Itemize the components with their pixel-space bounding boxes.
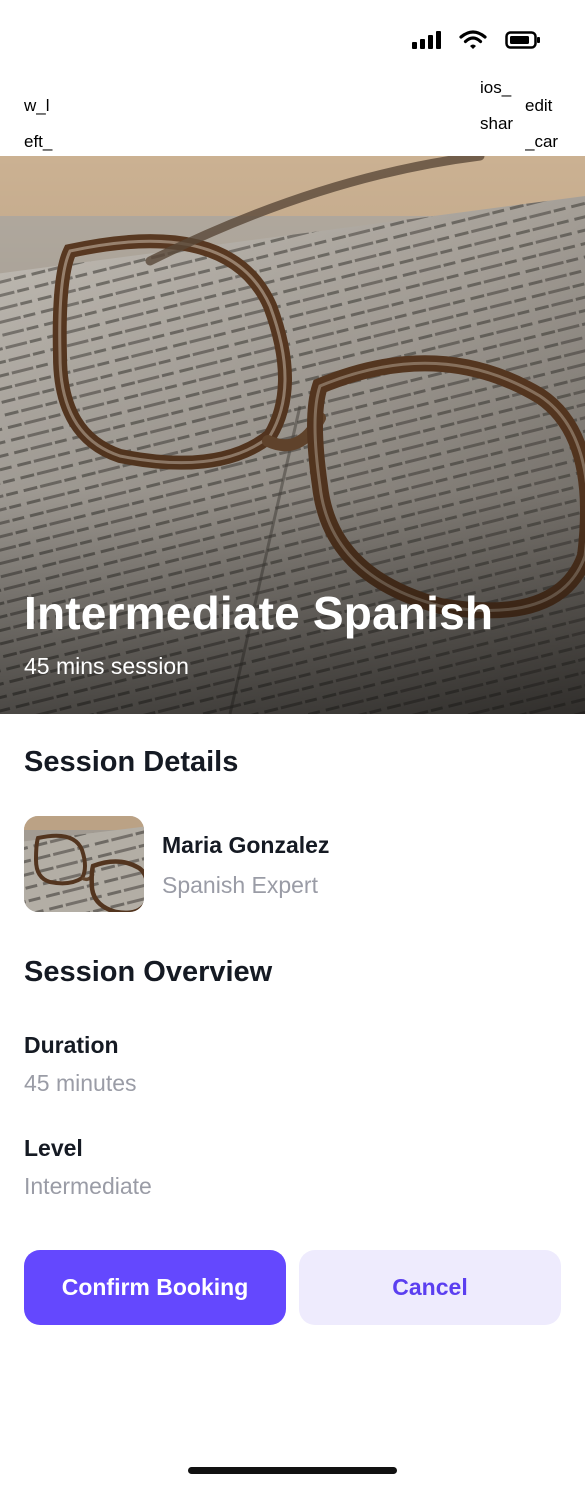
duration-label: Duration <box>24 1032 119 1058</box>
status-icons <box>412 30 541 50</box>
session-title: Intermediate Spanish <box>24 587 494 639</box>
back-icon[interactable]: w_left_ <box>24 88 58 156</box>
level-label: Level <box>24 1135 83 1161</box>
session-duration-subtitle: 45 mins session <box>24 653 189 679</box>
wifi-icon <box>459 30 487 49</box>
cancel-button[interactable]: Cancel <box>299 1250 561 1325</box>
signal-icon <box>412 31 441 49</box>
battery-icon <box>505 31 540 49</box>
share-icon[interactable]: ios_share_ <box>480 80 514 156</box>
session-details-heading: Session Details <box>24 746 239 778</box>
level-value: Intermediate <box>24 1173 152 1199</box>
tutor-role: Spanish Expert <box>162 872 318 898</box>
hero-banner: Intermediate Spanish 45 mins session <box>0 156 585 714</box>
tutor-avatar <box>24 816 144 912</box>
home-indicator[interactable] <box>188 1467 397 1474</box>
status-bar <box>0 0 585 80</box>
tutor-name: Maria Gonzalez <box>162 832 330 858</box>
top-nav: w_left_ ios_share_ edit_car <box>0 80 585 156</box>
tutor-card[interactable]: Maria Gonzalez Spanish Expert <box>24 816 561 912</box>
session-overview-heading: Session Overview <box>24 956 273 988</box>
edit-icon[interactable]: edit_car <box>525 88 559 156</box>
duration-value: 45 minutes <box>24 1070 137 1096</box>
confirm-booking-button[interactable]: Confirm Booking <box>24 1250 286 1325</box>
